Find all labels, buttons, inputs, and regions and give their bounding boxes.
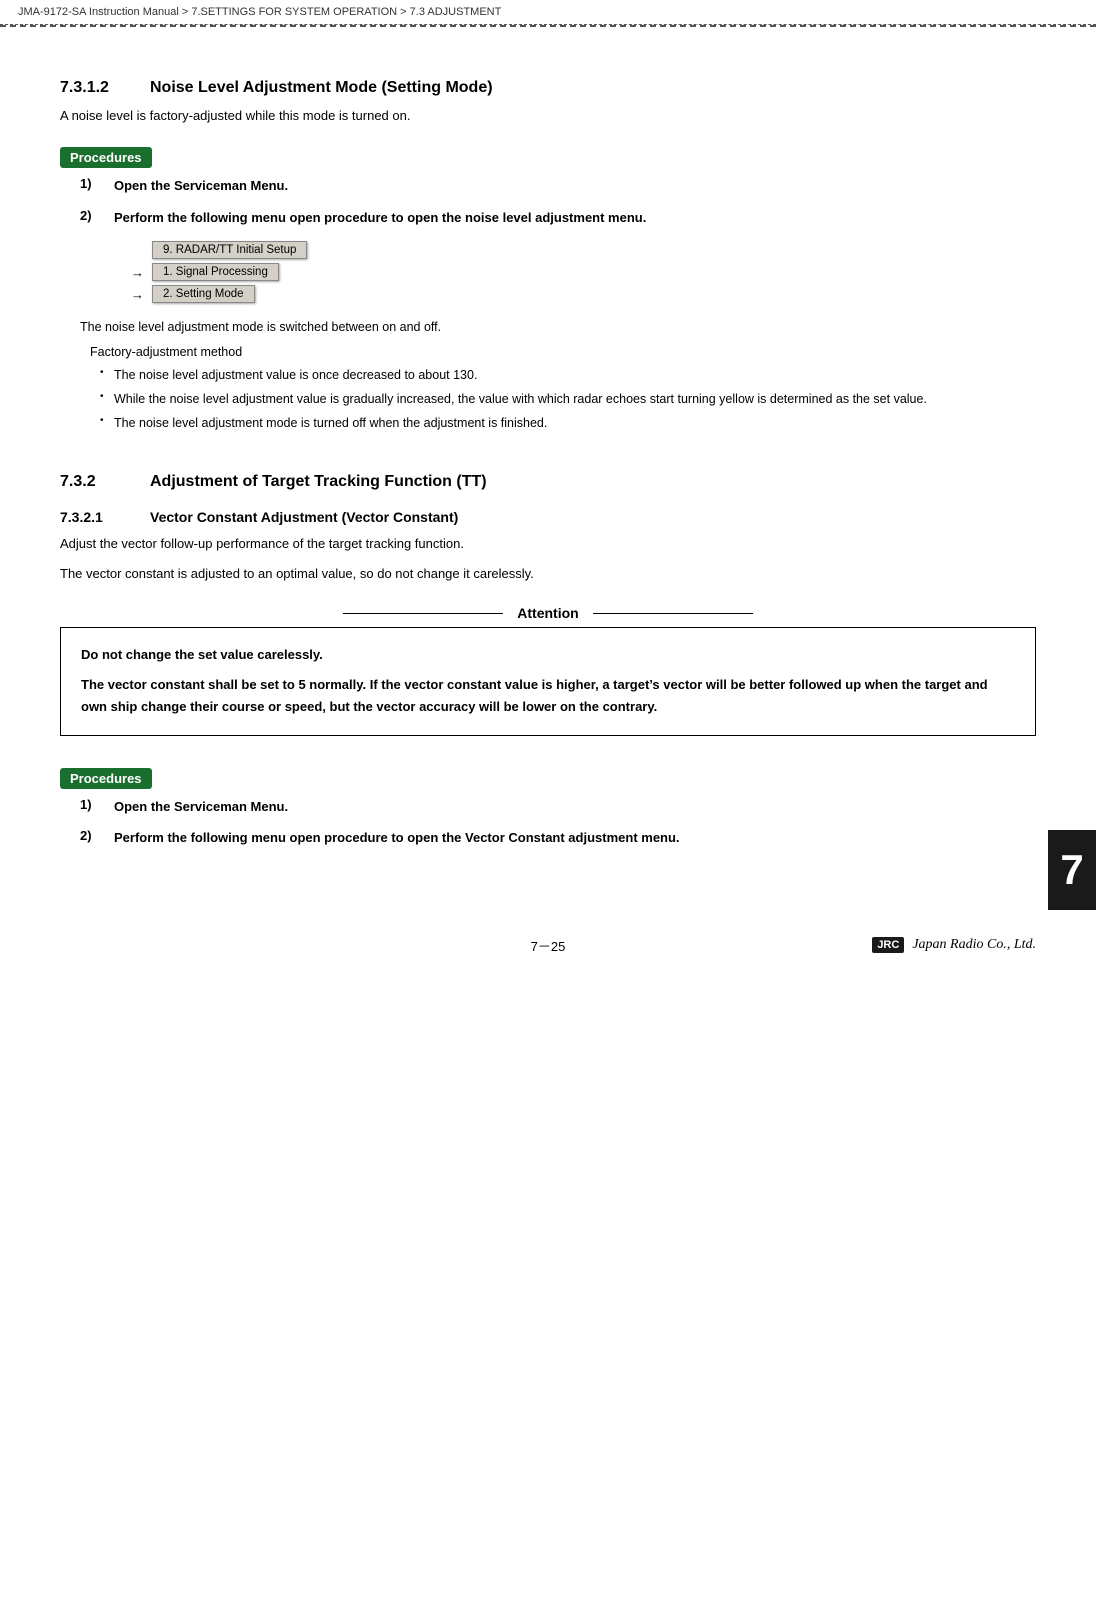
main-content: 7.3.1.2 Noise Level Adjustment Mode (Set… xyxy=(0,45,1096,890)
step-2-2-text: Perform the following menu open procedur… xyxy=(114,828,680,848)
menu-btn-1: 9. RADAR/TT Initial Setup xyxy=(152,241,307,259)
section-7321-num: 7.3.2.1 xyxy=(60,509,150,525)
attention-title: Attention xyxy=(503,605,592,621)
bullet-1: The noise level adjustment value is once… xyxy=(100,365,1036,385)
menu-arrow-3: → xyxy=(120,287,144,302)
section-7321-heading: 7.3.2.1 Vector Constant Adjustment (Vect… xyxy=(60,509,1036,525)
factory-block: Factory-adjustment method The noise leve… xyxy=(90,345,1036,433)
jrc-badge: JRC xyxy=(872,937,904,953)
footer-logo: JRC Japan Radio Co., Ltd. xyxy=(872,937,1036,953)
chapter-tab: 7 xyxy=(1048,830,1096,910)
breadcrumb: JMA-9172-SA Instruction Manual > 7.SETTI… xyxy=(0,0,1096,25)
menu-btn-2: 1. Signal Processing xyxy=(152,263,279,281)
menu-chain-1: 9. RADAR/TT Initial Setup → 1. Signal Pr… xyxy=(120,241,1036,303)
bullet-2: While the noise level adjustment value i… xyxy=(100,389,1036,409)
step-2-2: 2) Perform the following menu open proce… xyxy=(60,828,1036,848)
step-2-2-num: 2) xyxy=(80,828,114,843)
step-2-1: 1) Open the Serviceman Menu. xyxy=(60,797,1036,817)
attention-line-right xyxy=(593,613,753,614)
menu-row-2: → 1. Signal Processing xyxy=(120,263,1036,281)
step-1-1-text: Open the Serviceman Menu. xyxy=(114,176,288,196)
step-1-1-num: 1) xyxy=(80,176,114,191)
attention-container: Attention Do not change the set value ca… xyxy=(60,605,1036,735)
attention-line-left xyxy=(343,613,503,614)
attention-header: Attention xyxy=(60,605,1036,621)
footer-company: Japan Radio Co., Ltd. xyxy=(912,937,1036,953)
section-732-title: Adjustment of Target Tracking Function (… xyxy=(150,473,487,491)
step-2-1-text: Open the Serviceman Menu. xyxy=(114,797,288,817)
step-1-2: 2) Perform the following menu open proce… xyxy=(60,208,1036,228)
procedures-badge-1: Procedures xyxy=(60,147,152,168)
factory-bullets: The noise level adjustment value is once… xyxy=(90,365,1036,433)
attention-line-2: The vector constant shall be set to 5 no… xyxy=(81,674,1015,718)
section-7321-para2: The vector constant is adjusted to an op… xyxy=(60,563,1036,585)
attention-line-1: Do not change the set value carelessly. xyxy=(81,644,1015,666)
footer: 7－25 JRC Japan Radio Co., Ltd. xyxy=(0,920,1096,971)
step-2-1-num: 1) xyxy=(80,797,114,812)
attention-box: Do not change the set value carelessly. … xyxy=(60,627,1036,735)
section-7321-title: Vector Constant Adjustment (Vector Const… xyxy=(150,509,458,525)
section-7321-para1: Adjust the vector follow-up performance … xyxy=(60,533,1036,555)
dashed-separator xyxy=(0,25,1096,27)
factory-title: Factory-adjustment method xyxy=(90,345,1036,359)
step-1-2-num: 2) xyxy=(80,208,114,223)
procedures-badge-2: Procedures xyxy=(60,768,152,789)
menu-btn-3: 2. Setting Mode xyxy=(152,285,255,303)
noise-note: The noise level adjustment mode is switc… xyxy=(80,317,1036,337)
section-732-heading: 7.3.2 Adjustment of Target Tracking Func… xyxy=(60,473,1036,491)
footer-page: 7－25 xyxy=(531,936,566,955)
menu-arrow-2: → xyxy=(120,265,144,280)
section-7312-heading: 7.3.1.2 Noise Level Adjustment Mode (Set… xyxy=(60,79,1036,97)
menu-row-3: → 2. Setting Mode xyxy=(120,285,1036,303)
section-7312-intro: A noise level is factory-adjusted while … xyxy=(60,105,1036,127)
step-1-1: 1) Open the Serviceman Menu. xyxy=(60,176,1036,196)
menu-row-1: 9. RADAR/TT Initial Setup xyxy=(120,241,1036,259)
step-1-2-text: Perform the following menu open procedur… xyxy=(114,208,646,228)
section-7312-num: 7.3.1.2 xyxy=(60,79,150,97)
section-7312-title: Noise Level Adjustment Mode (Setting Mod… xyxy=(150,79,493,97)
bullet-3: The noise level adjustment mode is turne… xyxy=(100,413,1036,433)
section-732-num: 7.3.2 xyxy=(60,473,150,491)
